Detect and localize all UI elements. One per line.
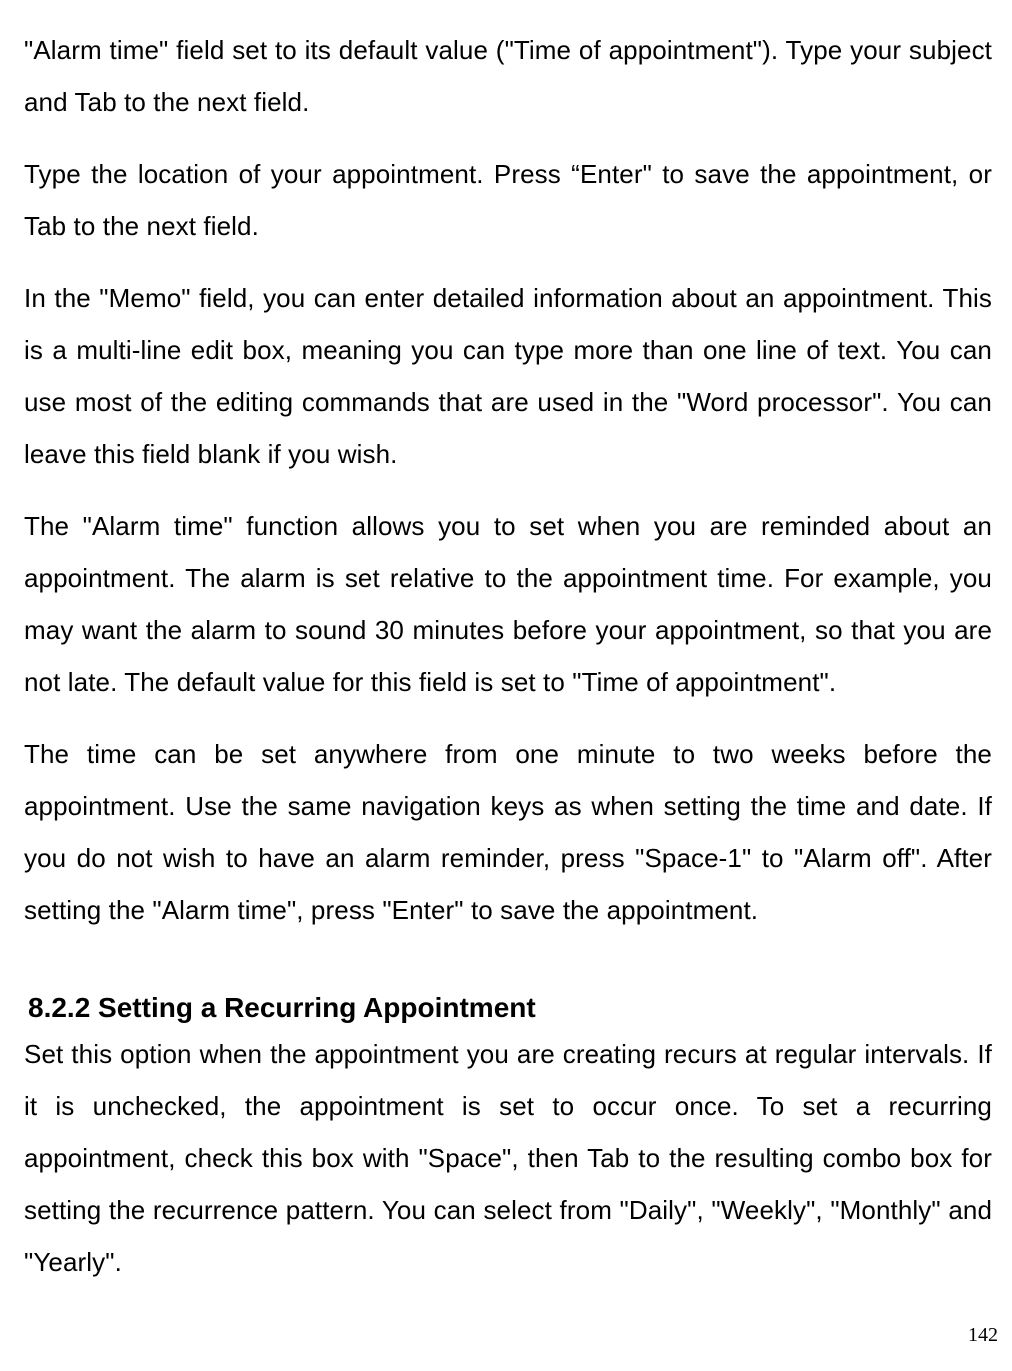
paragraph: The time can be set anywhere from one mi… <box>24 728 992 936</box>
paragraph: The "Alarm time" function allows you to … <box>24 500 992 708</box>
paragraph: "Alarm time" field set to its default va… <box>24 24 992 128</box>
section-heading: 8.2.2 Setting a Recurring Appointment <box>28 992 992 1024</box>
document-page: "Alarm time" field set to its default va… <box>0 0 1012 1288</box>
paragraph: Type the location of your appointment. P… <box>24 148 992 252</box>
paragraph: Set this option when the appointment you… <box>24 1028 992 1288</box>
paragraph: In the "Memo" field, you can enter detai… <box>24 272 992 480</box>
page-number: 142 <box>968 1324 998 1347</box>
